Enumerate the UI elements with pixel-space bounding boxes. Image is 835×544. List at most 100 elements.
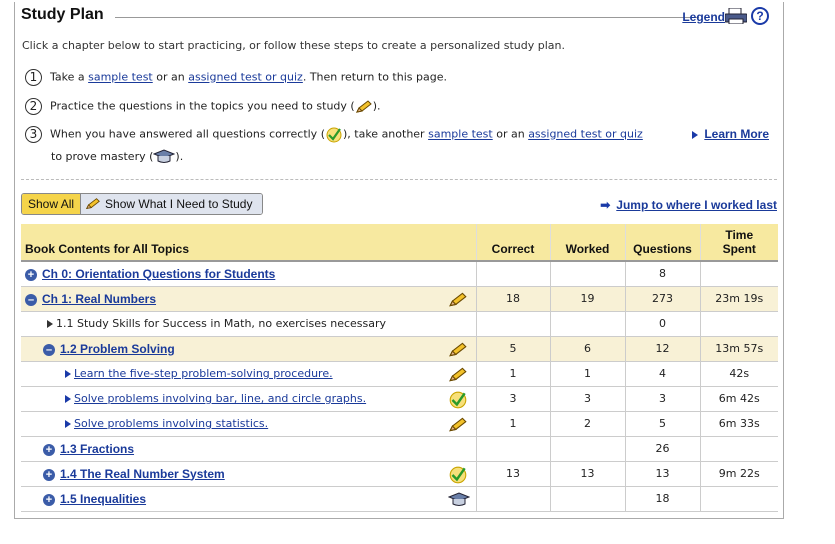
assigned-test-link[interactable]: assigned test or quiz: [188, 71, 303, 84]
table-row: – Ch 1: Real Numbers 18 19 273 23m 19s: [21, 286, 778, 312]
time-cell: 9m 22s: [699, 461, 778, 487]
step-1: 1 Take a sample test or an assigned test …: [25, 69, 447, 86]
triangle-right-icon: [692, 130, 699, 139]
worked-cell: [549, 486, 625, 512]
pencil-icon: [448, 366, 468, 384]
step-text: Practice the questions in the topics you…: [50, 99, 355, 113]
expand-icon[interactable]: +: [43, 468, 55, 481]
questions-cell: 3: [624, 386, 700, 412]
printer-icon[interactable]: [724, 7, 748, 25]
pencil-icon: [86, 198, 100, 210]
view-toggle: Show All Show What I Need to Study: [21, 193, 264, 215]
show-all-button[interactable]: Show All: [22, 194, 82, 214]
correct-cell: [475, 436, 550, 462]
pencil-icon: [448, 341, 468, 359]
col-header-correct: Correct: [475, 224, 550, 262]
time-cell: 13m 57s: [699, 336, 778, 362]
section-1-2-link[interactable]: 1.2 Problem Solving: [60, 342, 175, 356]
pencil-icon: [448, 291, 468, 309]
objective-link[interactable]: Solve problems involving statistics.: [74, 417, 268, 430]
learn-more-link[interactable]: Learn More: [692, 127, 769, 141]
section-1-5-link[interactable]: 1.5 Inequalities: [60, 492, 146, 506]
worked-cell: [549, 436, 625, 462]
col-header-book: Book Contents for All Topics: [21, 224, 476, 262]
sample-test-link[interactable]: sample test: [88, 71, 153, 84]
title-divider: [115, 17, 699, 18]
questions-cell: 273: [624, 286, 700, 312]
step-text: . Then return to this page.: [302, 70, 447, 84]
objective-link[interactable]: Solve problems involving bar, line, and …: [74, 392, 366, 405]
collapse-icon[interactable]: –: [43, 343, 55, 356]
help-icon[interactable]: ?: [751, 7, 769, 25]
triangle-right-icon: [47, 320, 53, 328]
graduation-cap-icon: [447, 491, 470, 509]
expand-icon[interactable]: +: [43, 443, 55, 456]
time-cell: [699, 436, 778, 462]
table-row: Solve problems involving statistics. 1 2…: [21, 411, 778, 437]
sample-test-link-2[interactable]: sample test: [428, 128, 493, 141]
step-text: or an: [152, 70, 189, 84]
section-1-4-link[interactable]: 1.4 The Real Number System: [60, 467, 225, 481]
worked-cell: [549, 311, 625, 337]
worked-cell: 13: [549, 461, 625, 487]
jump-to-last-link[interactable]: ➡ Jump to where I worked last: [600, 198, 777, 212]
table-header: Book Contents for All Topics Correct Wor…: [21, 224, 778, 262]
assigned-test-link-2[interactable]: assigned test or quiz: [528, 128, 643, 141]
graduation-cap-icon: [153, 149, 176, 163]
table-row: +1.4 The Real Number System 13 13 13 9m …: [21, 461, 778, 487]
section-1-1-label: 1.1 Study Skills for Success in Math, no…: [56, 317, 387, 330]
questions-cell: 8: [624, 261, 700, 287]
correct-cell: 3: [475, 386, 550, 412]
table-row: –1.2 Problem Solving 5 6 12 13m 57s: [21, 336, 778, 362]
mastered-check-icon: [448, 466, 468, 484]
chapter-1-link[interactable]: Ch 1: Real Numbers: [42, 292, 156, 306]
worked-cell: 19: [549, 286, 625, 312]
correct-cell: 13: [475, 461, 550, 487]
step-number: 1: [25, 69, 42, 86]
objective-link[interactable]: Learn the five-step problem-solving proc…: [74, 367, 333, 380]
pencil-icon: [448, 416, 468, 434]
chapter-0-link[interactable]: Ch 0: Orientation Questions for Students: [42, 267, 275, 281]
step-number: 2: [25, 98, 42, 115]
triangle-right-icon: [65, 395, 71, 403]
expand-icon[interactable]: +: [43, 493, 55, 506]
correct-cell: [475, 261, 550, 287]
page-title: Study Plan: [21, 6, 104, 23]
questions-cell: 12: [624, 336, 700, 362]
time-cell: [699, 311, 778, 337]
step-3: 3 When you have answered all questions co…: [25, 126, 643, 143]
col-header-questions: Questions: [624, 224, 700, 262]
section-1-3-link[interactable]: 1.3 Fractions: [60, 442, 134, 456]
legend-link[interactable]: Legend: [682, 10, 725, 24]
questions-cell: 4: [624, 361, 700, 387]
show-need-label: Show What I Need to Study: [105, 197, 253, 211]
time-cell: [699, 261, 778, 287]
intro-text: Click a chapter below to start practicin…: [22, 39, 565, 52]
title-bar: Study Plan Legend ?: [21, 6, 781, 30]
expand-icon[interactable]: +: [25, 268, 37, 281]
step-number: 3: [25, 126, 42, 143]
worked-cell: 2: [549, 411, 625, 437]
time-cell: 23m 19s: [699, 286, 778, 312]
triangle-right-icon: [65, 370, 71, 378]
step-text: Take a: [50, 70, 89, 84]
mastered-check-icon: [448, 391, 468, 409]
pencil-icon: [355, 99, 373, 113]
section-divider: [21, 179, 777, 180]
step-text: ).: [372, 99, 381, 113]
table-row: Solve problems involving bar, line, and …: [21, 386, 778, 412]
contents-table: Book Contents for All Topics Correct Wor…: [21, 224, 778, 512]
table-row: + Ch 0: Orientation Questions for Student…: [21, 261, 778, 287]
time-header-line1: Time: [725, 228, 754, 242]
time-header-line2: Spent: [722, 242, 756, 256]
time-cell: 6m 42s: [699, 386, 778, 412]
step-text: When you have answered all questions cor…: [50, 127, 325, 141]
questions-cell: 5: [624, 411, 700, 437]
worked-cell: [549, 261, 625, 287]
collapse-icon[interactable]: –: [25, 293, 37, 306]
correct-cell: 18: [475, 286, 550, 312]
time-cell: 42s: [699, 361, 778, 387]
step-3-continued: to prove mastery ().: [51, 149, 183, 165]
step-text: ).: [175, 150, 184, 163]
show-need-button[interactable]: Show What I Need to Study: [81, 194, 263, 214]
